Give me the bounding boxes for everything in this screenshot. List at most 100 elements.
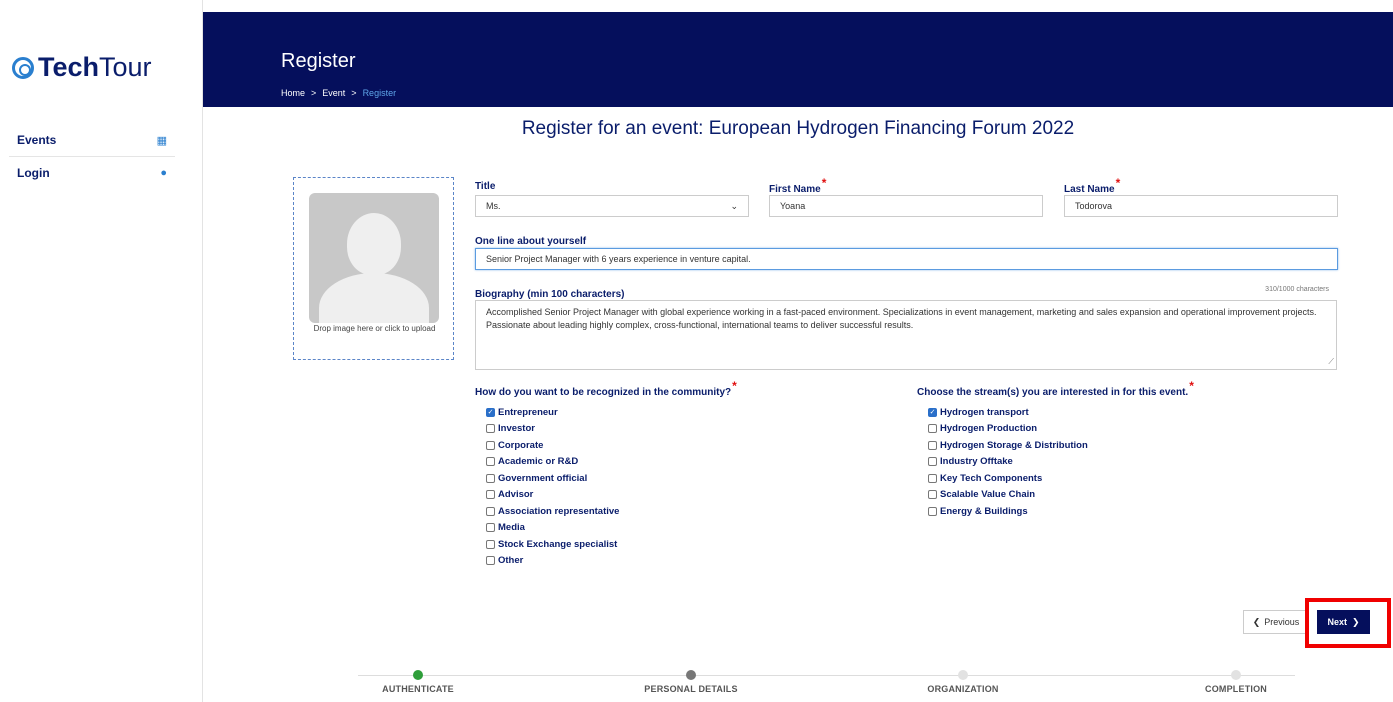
stream-option-label: Industry Offtake (940, 456, 1013, 468)
one-line-label: One line about yourself (475, 236, 587, 247)
first-name-input[interactable]: Yoana (769, 195, 1043, 217)
required-marker: * (1115, 176, 1121, 190)
first-name-label: First Name* (769, 176, 826, 195)
checkbox[interactable]: ✓ (928, 407, 937, 417)
recognition-option-label: Academic or R&D (498, 456, 579, 468)
recognition-option[interactable]: ✓ Entrepreneur (486, 404, 619, 421)
chevron-left-icon: ❮ (1252, 616, 1261, 627)
step-label: ORGANIZATION (927, 684, 999, 694)
one-line-input[interactable]: Senior Project Manager with 6 years expe… (475, 248, 1338, 270)
checkbox[interactable] (928, 440, 937, 450)
recognition-option-label: Association representative (498, 505, 620, 517)
logo-bold-text: Tech (38, 52, 100, 82)
recognition-option[interactable]: Investor (486, 421, 619, 438)
techtour-logo[interactable]: Tech Tour (12, 52, 152, 83)
recognition-option[interactable]: Government official (486, 470, 619, 487)
recognition-option-label: Entrepreneur (498, 406, 558, 418)
checkbox[interactable] (486, 440, 495, 450)
recognition-option[interactable]: Association representative (486, 503, 619, 520)
recognition-option[interactable]: Stock Exchange specialist (486, 536, 619, 553)
sidebar-item-label: Login (17, 165, 50, 180)
checkbox[interactable] (928, 424, 937, 434)
recognition-option-label: Investor (498, 423, 535, 435)
step-dot (413, 670, 423, 680)
biography-value: Accomplished Senior Project Manager with… (486, 307, 1317, 330)
logo-light-text: Tour (99, 52, 152, 82)
sidebar-item-events[interactable]: Events ▦ (9, 124, 175, 156)
header-title: Register (281, 50, 356, 72)
required-marker: * (732, 379, 737, 393)
checkbox[interactable] (928, 506, 937, 516)
stream-option[interactable]: ✓ Hydrogen transport (928, 404, 1088, 421)
breadcrumb-separator: > (351, 88, 357, 98)
stream-option-label: Key Tech Components (940, 472, 1043, 484)
one-line-value: Senior Project Manager with 6 years expe… (486, 254, 751, 264)
required-marker: * (1189, 379, 1194, 393)
title-select[interactable]: Ms. ⌄ (475, 195, 749, 217)
checkbox[interactable] (928, 457, 937, 467)
required-marker: * (821, 176, 827, 190)
recognition-option[interactable]: Corporate (486, 437, 619, 454)
breadcrumb: Home > Event > Register (281, 88, 396, 98)
recognition-option[interactable]: Media (486, 520, 619, 537)
last-name-label: Last Name* (1064, 176, 1120, 195)
step-label: PERSONAL DETAILS (644, 684, 738, 694)
biography-label: Biography (min 100 characters) (475, 289, 625, 300)
first-name-label-text: First Name (769, 184, 821, 195)
step-label: COMPLETION (1205, 684, 1267, 694)
side-nav: Events ▦ Login ● (9, 124, 175, 188)
checkbox[interactable] (486, 424, 495, 434)
resize-handle-icon[interactable]: ⟋ (1328, 355, 1334, 368)
checkbox[interactable] (486, 473, 495, 483)
stream-option-label: Hydrogen Storage & Distribution (940, 439, 1088, 451)
stream-option[interactable]: Key Tech Components (928, 470, 1088, 487)
biography-textarea[interactable]: Accomplished Senior Project Manager with… (475, 300, 1337, 370)
checkbox[interactable] (486, 539, 495, 549)
streams-label-text: Choose the stream(s) you are interested … (917, 387, 1189, 398)
chevron-down-icon: ⌄ (730, 200, 738, 211)
step-dot (686, 670, 696, 680)
stream-option[interactable]: Scalable Value Chain (928, 487, 1088, 504)
highlight-box (1305, 598, 1391, 648)
stream-option[interactable]: Industry Offtake (928, 454, 1088, 471)
biography-char-counter: 310/1000 characters (1265, 286, 1329, 293)
recognition-option[interactable]: Advisor (486, 487, 619, 504)
avatar-body-shape (319, 273, 429, 323)
recognition-option-label: Stock Exchange specialist (498, 538, 618, 550)
checkbox[interactable] (486, 457, 495, 467)
streams-label: Choose the stream(s) you are interested … (917, 379, 1194, 398)
recognition-checklist: ✓ Entrepreneur Investor Corporate Academic o… (486, 404, 619, 569)
stream-option[interactable]: Hydrogen Production (928, 421, 1088, 438)
stream-option[interactable]: Hydrogen Storage & Distribution (928, 437, 1088, 454)
checkbox[interactable] (486, 506, 495, 516)
checkbox[interactable] (928, 490, 937, 500)
recognition-label: How do you want to be recognized in the … (475, 379, 737, 398)
recognition-option-label: Corporate (498, 439, 544, 451)
previous-button-label: Previous (1264, 617, 1300, 627)
avatar-head-shape (347, 213, 401, 275)
checkbox[interactable] (486, 490, 495, 500)
image-upload-dropzone[interactable]: Drop image here or click to upload (293, 177, 454, 360)
breadcrumb-home[interactable]: Home (281, 88, 305, 98)
breadcrumb-event[interactable]: Event (322, 88, 345, 98)
title-label: Title (475, 181, 495, 192)
avatar-placeholder (309, 193, 439, 323)
checkbox[interactable]: ✓ (486, 407, 495, 417)
recognition-option-label: Government official (498, 472, 588, 484)
sidebar-item-login[interactable]: Login ● (9, 156, 175, 188)
stream-option-label: Hydrogen Production (940, 423, 1038, 435)
user-icon: ● (160, 166, 167, 179)
checkbox[interactable] (486, 523, 495, 533)
stream-option[interactable]: Energy & Buildings (928, 503, 1088, 520)
recognition-option[interactable]: Academic or R&D (486, 454, 619, 471)
checkbox[interactable] (486, 556, 495, 566)
recognition-label-text: How do you want to be recognized in the … (475, 387, 732, 398)
recognition-option[interactable]: Other (486, 553, 619, 570)
last-name-input[interactable]: Todorova (1064, 195, 1338, 217)
recognition-option-label: Advisor (498, 489, 534, 501)
calendar-icon: ▦ (156, 134, 167, 147)
step-dot (958, 670, 968, 680)
step-label: AUTHENTICATE (382, 684, 454, 694)
previous-button[interactable]: ❮ Previous (1243, 610, 1309, 634)
checkbox[interactable] (928, 473, 937, 483)
